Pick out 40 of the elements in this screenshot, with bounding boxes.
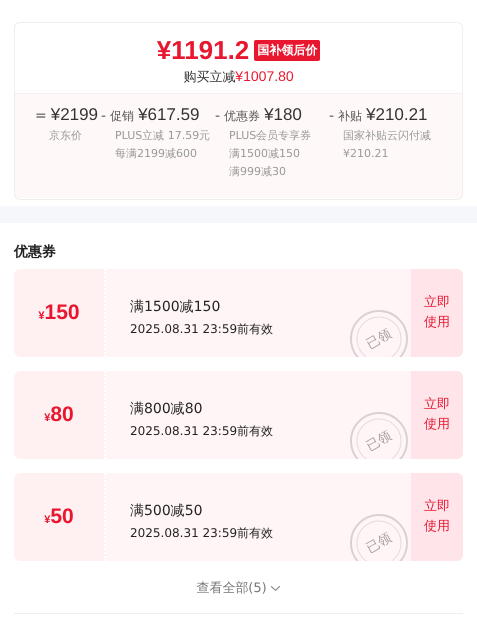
coupon-expiry: 2025.08.31 23:59前有效 xyxy=(130,321,274,338)
use-now-button[interactable]: 立即使用 xyxy=(411,371,463,459)
operator-sign: - xyxy=(101,108,106,124)
coupon-expiry: 2025.08.31 23:59前有效 xyxy=(130,423,274,440)
breakdown-note: 满1500减150 xyxy=(229,146,301,162)
chevron-down-icon xyxy=(270,584,281,592)
view-all-link[interactable]: 查看全部(5) xyxy=(196,575,281,601)
coupon-rule: 满1500减150 xyxy=(130,298,222,317)
breakdown-note: 京东价 xyxy=(49,128,83,144)
coupon-value: ¥150 xyxy=(38,301,80,325)
breakdown-note: 国家补贴云闪付减 xyxy=(343,128,431,144)
breakdown-note: 满999减30 xyxy=(229,164,287,180)
breakdown-note: ¥210.21 xyxy=(343,146,390,162)
section-title: 优惠券 xyxy=(14,243,57,262)
use-now-button[interactable]: 立即使用 xyxy=(411,269,463,357)
coupon-value: ¥80 xyxy=(44,403,74,427)
breakdown-amount: ¥617.59 xyxy=(138,105,200,125)
price-tag: 国补领后价 xyxy=(254,40,320,60)
operator-sign: - xyxy=(329,108,334,124)
final-price: ¥1191.2 xyxy=(156,35,250,65)
breakdown-note: 每满2199减600 xyxy=(115,146,198,162)
breakdown-label: 促销 xyxy=(110,108,134,125)
breakdown-amount: ¥180 xyxy=(264,105,302,125)
breakdown-amount: ¥210.21 xyxy=(366,105,428,125)
claimed-stamp: 已领 xyxy=(349,411,409,459)
claimed-stamp: 已领 xyxy=(349,513,409,561)
coupon-expiry: 2025.08.31 23:59前有效 xyxy=(130,525,274,542)
use-now-button[interactable]: 立即使用 xyxy=(411,473,463,561)
breakdown-amount: ¥2199 xyxy=(50,105,98,125)
breakdown-note: PLUS会员专享券 xyxy=(229,128,312,144)
breakdown-label: 优惠券 xyxy=(224,108,260,125)
coupon-rule: 满500减50 xyxy=(130,502,204,521)
saving-text: 购买立减¥1007.80 xyxy=(183,68,294,86)
operator-sign: - xyxy=(215,108,220,124)
coupon-value: ¥50 xyxy=(44,505,74,529)
breakdown-note: PLUS立减 17.59元 xyxy=(115,128,212,144)
coupon-rule: 满800减80 xyxy=(130,400,204,419)
breakdown-label: 补贴 xyxy=(338,108,362,125)
claimed-stamp: 已领 xyxy=(349,309,409,357)
operator-sign: = xyxy=(35,108,47,124)
